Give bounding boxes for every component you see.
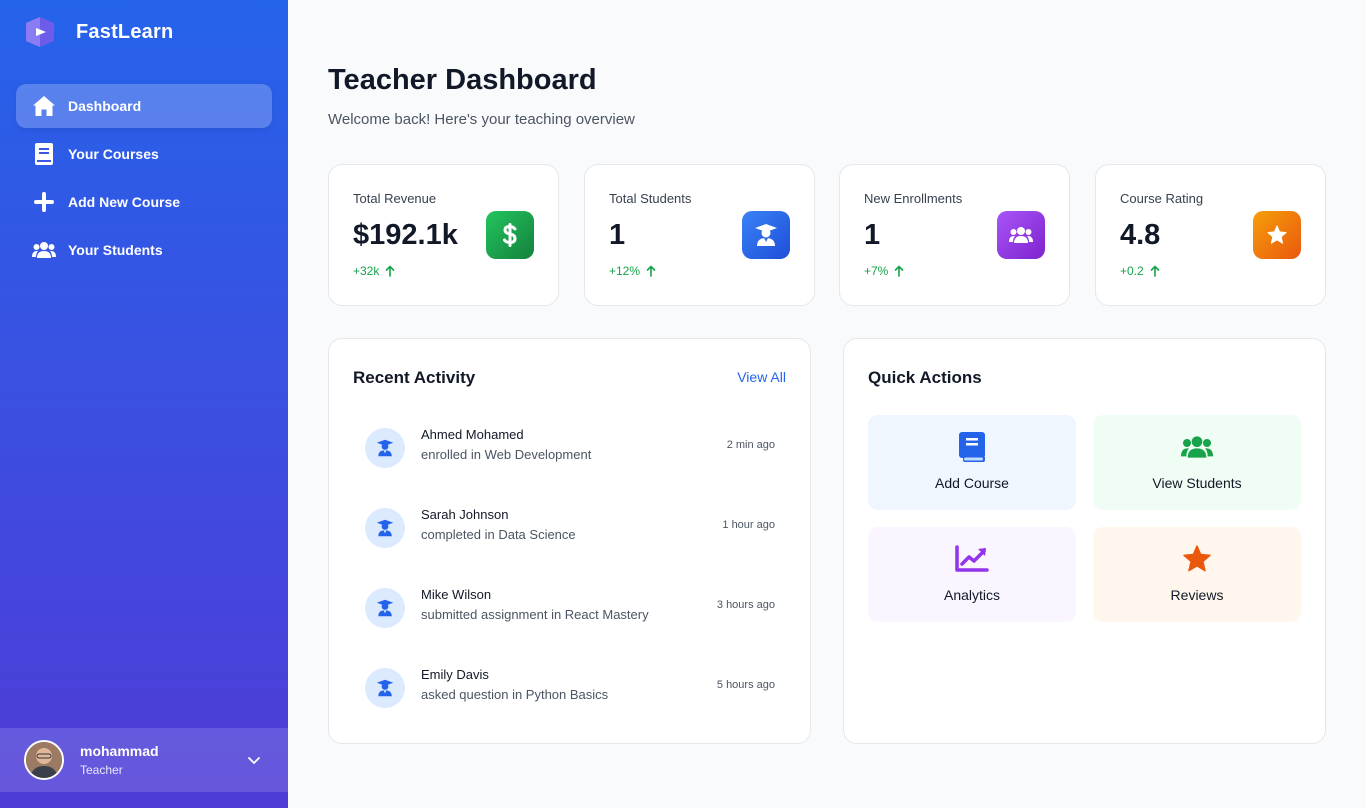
activity-desc: submitted assignment in React Mastery xyxy=(421,607,649,622)
quick-action-label: Reviews xyxy=(1170,587,1224,603)
user-menu[interactable]: mohammad Teacher xyxy=(0,728,288,792)
sidebar-item-dashboard[interactable]: Dashboard xyxy=(16,84,272,128)
activity-desc: asked question in Python Basics xyxy=(421,687,609,702)
recent-activity-panel: Recent Activity View All Ahmed Mohamed e… xyxy=(328,338,811,744)
stat-card-course-rating: Course Rating 4.8 +0.2 xyxy=(1095,164,1326,306)
stat-change-value: +12% xyxy=(609,264,641,278)
chart-line-icon xyxy=(868,543,1076,575)
graduate-icon xyxy=(376,679,394,697)
book-icon xyxy=(32,142,56,166)
student-avatar xyxy=(365,668,405,708)
sidebar-item-your-courses[interactable]: Your Courses xyxy=(16,132,272,176)
panel-title: Recent Activity xyxy=(353,368,476,387)
users-icon xyxy=(32,238,56,262)
sidebar-item-add-new-course[interactable]: Add New Course xyxy=(16,180,272,224)
user-role: Teacher xyxy=(80,763,123,777)
graduate-icon xyxy=(742,211,790,259)
stat-change-value: +32k xyxy=(353,264,380,278)
sidebar: FastLearn Dashboard Your Courses Add New… xyxy=(0,0,288,808)
sidebar-item-label: Dashboard xyxy=(68,98,142,114)
graduate-icon xyxy=(376,519,394,537)
student-avatar xyxy=(365,428,405,468)
stat-value: 4.8 xyxy=(1120,219,1161,251)
sidebar-item-label: Add New Course xyxy=(68,194,181,210)
student-avatar xyxy=(365,508,405,548)
users-icon xyxy=(1093,431,1301,463)
stat-label: Course Rating xyxy=(1120,191,1204,206)
analytics-button[interactable]: Analytics xyxy=(868,527,1076,622)
graduate-icon xyxy=(376,599,394,617)
stat-change: +12% xyxy=(609,264,656,278)
stat-change: +7% xyxy=(864,264,904,278)
add-course-button[interactable]: Add Course xyxy=(868,415,1076,510)
view-students-button[interactable]: View Students xyxy=(1093,415,1301,510)
stat-label: Total Students xyxy=(609,191,692,206)
quick-action-label: View Students xyxy=(1152,475,1242,491)
page-title: Teacher Dashboard xyxy=(328,64,597,96)
stat-card-new-enrollments: New Enrollments 1 +7% xyxy=(839,164,1070,306)
sidebar-nav: Dashboard Your Courses Add New Course Yo… xyxy=(16,84,272,276)
reviews-button[interactable]: Reviews xyxy=(1093,527,1301,622)
avatar xyxy=(24,740,64,780)
stat-label: New Enrollments xyxy=(864,191,963,206)
sidebar-item-label: Your Students xyxy=(68,242,163,258)
stat-change-value: +0.2 xyxy=(1120,264,1144,278)
activity-desc: completed in Data Science xyxy=(421,527,576,542)
book-icon xyxy=(868,431,1076,463)
arrow-up-icon xyxy=(646,265,656,277)
stat-value: $192.1k xyxy=(353,219,458,251)
stat-change: +0.2 xyxy=(1120,264,1160,278)
user-name: mohammad xyxy=(80,743,159,759)
sidebar-item-your-students[interactable]: Your Students xyxy=(16,228,272,272)
app-name: FastLearn xyxy=(76,20,174,43)
star-icon xyxy=(1093,543,1301,575)
activity-time: 3 hours ago xyxy=(716,599,775,611)
stat-value: 1 xyxy=(609,219,626,251)
dollar-icon xyxy=(486,211,534,259)
arrow-up-icon xyxy=(1150,265,1160,277)
stat-card-total-students: Total Students 1 +12% xyxy=(584,164,815,306)
plus-icon xyxy=(32,190,56,214)
brand[interactable]: FastLearn xyxy=(24,14,173,50)
quick-action-label: Analytics xyxy=(943,587,1001,603)
activity-item[interactable]: Emily Davis asked question in Python Bas… xyxy=(365,666,775,710)
student-avatar xyxy=(365,588,405,628)
activity-name: Ahmed Mohamed xyxy=(421,427,524,442)
stat-label: Total Revenue xyxy=(353,191,437,206)
panel-title: Quick Actions xyxy=(868,368,982,387)
chevron-down-icon[interactable] xyxy=(246,752,262,768)
activity-name: Emily Davis xyxy=(421,667,489,682)
activity-item[interactable]: Sarah Johnson completed in Data Science … xyxy=(365,506,775,550)
view-all-link[interactable]: View All xyxy=(737,369,786,385)
arrow-up-icon xyxy=(386,265,395,277)
arrow-up-icon xyxy=(895,265,904,277)
activity-time: 2 min ago xyxy=(726,439,775,451)
sidebar-item-label: Your Courses xyxy=(68,146,159,162)
activity-name: Mike Wilson xyxy=(421,587,492,602)
quick-action-label: Add Course xyxy=(935,475,1009,491)
stat-change: +32k xyxy=(353,264,395,278)
quick-actions-panel: Quick Actions Add Course View Students A… xyxy=(843,338,1326,744)
activity-item[interactable]: Mike Wilson submitted assignment in Reac… xyxy=(365,586,775,630)
star-icon xyxy=(1253,211,1301,259)
activity-time: 5 hours ago xyxy=(716,679,775,691)
users-icon xyxy=(997,211,1045,259)
page-subtitle: Welcome back! Here's your teaching overv… xyxy=(328,111,635,128)
fastlearn-logo-icon xyxy=(24,17,56,47)
activity-desc: enrolled in Web Development xyxy=(421,447,592,462)
stat-value: 1 xyxy=(864,219,881,251)
activity-name: Sarah Johnson xyxy=(421,507,509,522)
stat-change-value: +7% xyxy=(864,264,889,278)
stat-card-total-revenue: Total Revenue $192.1k +32k xyxy=(328,164,559,306)
activity-time: 1 hour ago xyxy=(722,519,775,531)
activity-item[interactable]: Ahmed Mohamed enrolled in Web Developmen… xyxy=(365,426,775,470)
graduate-icon xyxy=(376,439,394,457)
home-icon xyxy=(32,94,56,118)
